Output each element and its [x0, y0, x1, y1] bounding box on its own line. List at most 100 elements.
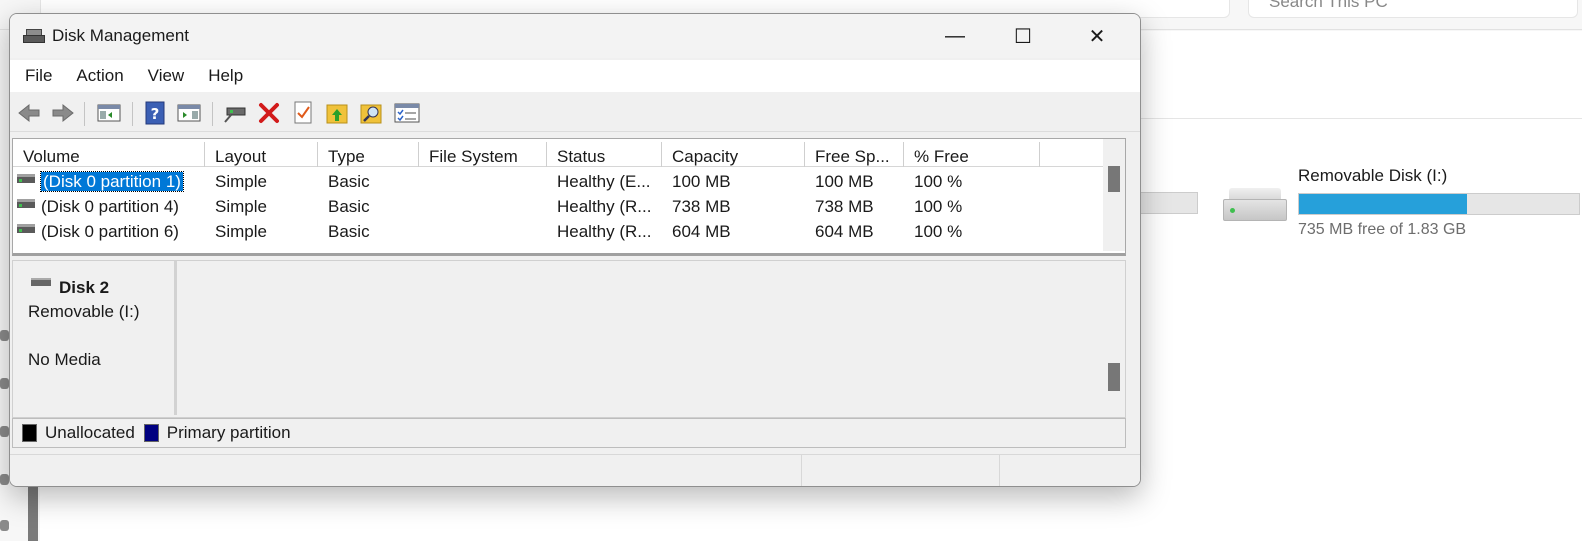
volume-percent-free: 100 % [914, 197, 963, 216]
disk-type: Removable (I:) [28, 302, 140, 321]
divider [1136, 118, 1582, 119]
pin-icon [0, 330, 9, 341]
column-layout[interactable]: Layout [205, 142, 318, 167]
scrollbar-thumb[interactable] [1108, 166, 1120, 192]
pin-icon [0, 520, 9, 531]
volume-status: Healthy (R... [557, 197, 652, 216]
drive-usage-fill [1299, 194, 1467, 214]
menu-file[interactable]: File [16, 66, 61, 86]
up-folder-icon[interactable] [324, 100, 350, 126]
volume-percent-free: 100 % [914, 172, 963, 191]
search-icon[interactable] [358, 100, 384, 126]
volume-free-space: 738 MB [815, 197, 874, 216]
volume-name[interactable]: (Disk 0 partition 6) [13, 219, 205, 244]
connect-disk-icon[interactable] [222, 100, 248, 126]
pin-icon [0, 378, 9, 389]
volume-percent-free: 100 % [914, 222, 963, 241]
volume-label[interactable]: (Disk 0 partition 6) [41, 222, 179, 241]
disk-name: Disk 2 [59, 278, 110, 297]
search-box[interactable]: Search This PC [1248, 0, 1578, 18]
svg-text:?: ? [151, 105, 160, 123]
menu-action[interactable]: Action [67, 66, 132, 86]
delete-icon[interactable] [256, 100, 282, 126]
console-tree-icon[interactable] [96, 100, 122, 126]
volume-type: Basic [328, 197, 370, 216]
menu-help[interactable]: Help [199, 66, 252, 86]
volume-name[interactable]: (Disk 0 partition 4) [13, 194, 205, 219]
volume-list-header: Volume Layout Type File System Status Ca… [13, 139, 1103, 167]
maximize-button[interactable]: ☐ [990, 14, 1056, 58]
selected-volume-label[interactable]: (Disk 0 partition 1) [40, 171, 184, 192]
status-divider [801, 455, 802, 486]
forward-icon[interactable] [50, 100, 76, 126]
drive-usage-bar-partial [1136, 192, 1198, 214]
volume-layout: Simple [215, 197, 267, 216]
volume-row[interactable]: (Disk 0 partition 1) Simple Basic Health… [13, 169, 1103, 194]
legend: Unallocated Primary partition [12, 418, 1126, 448]
back-icon[interactable] [16, 100, 42, 126]
pin-icon [0, 474, 9, 485]
volume-file-system [419, 219, 547, 244]
volume-layout: Simple [215, 172, 267, 191]
volume-label[interactable]: (Disk 0 partition 4) [41, 197, 179, 216]
column-volume[interactable]: Volume [13, 142, 205, 167]
legend-unallocated: Unallocated [45, 423, 135, 442]
volume-capacity: 738 MB [672, 197, 731, 216]
column-capacity[interactable]: Capacity [662, 142, 805, 167]
status-divider [999, 455, 1000, 486]
disk-management-window: Disk Management — ☐ ✕ File Action View H… [9, 13, 1141, 487]
volume-name[interactable]: (Disk 0 partition 1) [13, 169, 205, 194]
scroll-strip [28, 484, 38, 541]
volume-row[interactable]: (Disk 0 partition 4) Simple Basic Health… [13, 194, 1103, 219]
volume-file-system [419, 194, 547, 219]
primary-partition-swatch [143, 424, 159, 442]
drive-name[interactable]: Removable Disk (I:) [1298, 166, 1447, 186]
settings-list-icon[interactable] [394, 100, 420, 126]
disk-partition-area[interactable] [180, 263, 1102, 413]
title-bar[interactable]: Disk Management — ☐ ✕ [10, 14, 1140, 58]
volume-list-scrollbar[interactable] [1103, 139, 1125, 251]
properties-icon[interactable] [290, 100, 316, 126]
volume-icon [17, 224, 35, 233]
disk-graphical-view: Disk 2 Removable (I:) No Media [12, 260, 1126, 418]
help-icon[interactable]: ? [142, 100, 168, 126]
volume-file-system [419, 169, 547, 194]
close-button[interactable]: ✕ [1064, 14, 1130, 58]
window-title: Disk Management [52, 26, 190, 45]
volume-row[interactable]: (Disk 0 partition 6) Simple Basic Health… [13, 219, 1103, 244]
volume-capacity: 604 MB [672, 222, 731, 241]
removable-disk-icon [31, 278, 51, 286]
action-pane-icon[interactable] [176, 100, 202, 126]
volume-icon [17, 199, 35, 208]
menu-bar: File Action View Help [10, 60, 1140, 92]
volume-type: Basic [328, 172, 370, 191]
column-status[interactable]: Status [547, 142, 662, 167]
toolbar: ? [10, 94, 1140, 132]
volume-status: Healthy (E... [557, 172, 651, 191]
column-type[interactable]: Type [318, 142, 419, 167]
volume-type: Basic [328, 222, 370, 241]
volume-status: Healthy (R... [557, 222, 652, 241]
volume-free-space: 604 MB [815, 222, 874, 241]
disk-view-scrollbar[interactable] [1103, 261, 1125, 415]
disk-info-panel[interactable]: Disk 2 Removable (I:) No Media [13, 261, 177, 415]
column-percent-free[interactable]: % Free [904, 142, 1040, 167]
removable-drive-icon[interactable] [1223, 188, 1287, 222]
column-file-system[interactable]: File System [419, 142, 547, 167]
volume-list: Volume Layout Type File System Status Ca… [12, 138, 1126, 256]
legend-primary-partition: Primary partition [166, 423, 291, 442]
scrollbar-thumb[interactable] [1108, 363, 1120, 391]
minimize-button[interactable]: — [922, 14, 988, 58]
volume-capacity: 100 MB [672, 172, 731, 191]
unallocated-swatch [22, 424, 37, 442]
volume-icon [17, 174, 35, 183]
status-bar [10, 454, 1140, 486]
drive-usage-bar [1298, 193, 1580, 215]
volume-layout: Simple [215, 222, 267, 241]
disk-management-icon [23, 28, 45, 45]
pin-icon [0, 426, 9, 437]
menu-view[interactable]: View [139, 66, 194, 86]
column-free-space[interactable]: Free Sp... [805, 142, 904, 167]
drive-free-text: 735 MB free of 1.83 GB [1298, 221, 1467, 238]
disk-media-status: No Media [28, 350, 101, 369]
